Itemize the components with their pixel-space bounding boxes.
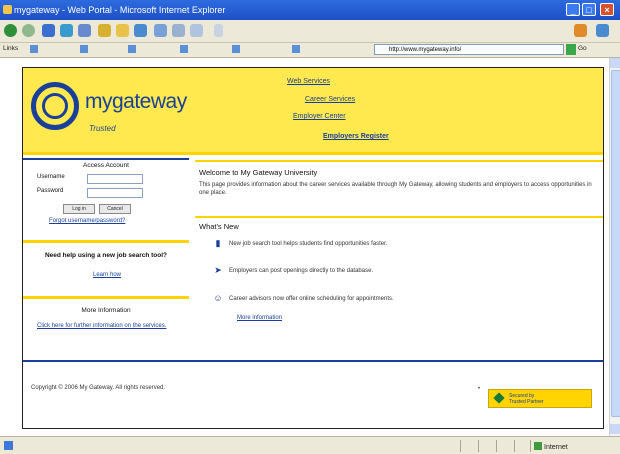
links-item[interactable]: [80, 45, 90, 54]
login-button[interactable]: Log in: [63, 204, 95, 214]
nav-link-web-services[interactable]: Web Services: [287, 78, 330, 85]
login-title: Access Account: [83, 162, 129, 169]
footer-marker-icon: •: [478, 386, 481, 392]
refresh-icon[interactable]: [60, 24, 73, 37]
windows-logo-icon: [574, 24, 587, 37]
mail-icon[interactable]: [154, 24, 167, 37]
messenger-icon[interactable]: [596, 24, 609, 37]
help-text: Need help using a new job search tool?: [44, 252, 168, 259]
home-icon[interactable]: [78, 24, 91, 37]
footer-divider: [23, 360, 603, 362]
scroll-thumb[interactable]: [611, 70, 620, 417]
username-field[interactable]: [87, 174, 143, 184]
browser-toolbar: [0, 20, 620, 43]
welcome-divider: [195, 160, 603, 162]
status-separator: [530, 440, 531, 452]
links-item[interactable]: [180, 45, 190, 54]
more-info-title: More Information: [81, 307, 131, 314]
trust-badge[interactable]: Secured by Trusted Partner: [488, 389, 592, 408]
username-label: Username: [37, 174, 65, 180]
login-panel: Access Account Username Password Log in …: [23, 158, 189, 232]
banner-divider: [23, 152, 603, 155]
links-item[interactable]: [292, 45, 302, 54]
back-icon[interactable]: [4, 24, 17, 37]
welcome-heading: Welcome to My Gateway University: [199, 168, 318, 177]
feature-item: Employers can post openings directly to …: [229, 268, 374, 274]
more-info-panel: More Information Click here for further …: [23, 304, 189, 350]
more-info-feature-link[interactable]: More information: [237, 315, 282, 321]
whats-new-heading: What's New: [199, 222, 239, 231]
links-bar: Links http://www.mygateway.info/ Go: [0, 43, 620, 58]
nav-link-career-services[interactable]: Career Services: [305, 96, 355, 103]
side-divider: [23, 296, 189, 299]
address-input[interactable]: http://www.mygateway.info/: [374, 44, 564, 55]
forgot-password-link[interactable]: Forgot username/password?: [49, 218, 125, 224]
stop-icon[interactable]: [42, 24, 55, 37]
window-title: mygateway - Web Portal - Microsoft Inter…: [14, 5, 226, 15]
vertical-scrollbar[interactable]: [609, 58, 620, 436]
scroll-down-icon[interactable]: [610, 424, 620, 434]
go-icon[interactable]: [566, 44, 576, 55]
status-separator: [514, 440, 515, 452]
browser-icon: [3, 5, 12, 14]
go-button[interactable]: Go: [578, 45, 587, 52]
links-item[interactable]: [232, 45, 242, 54]
minimize-icon[interactable]: _: [566, 3, 580, 16]
side-divider: [23, 240, 189, 243]
discuss-icon[interactable]: [214, 24, 223, 37]
scroll-up-icon[interactable]: [610, 58, 620, 68]
edit-icon[interactable]: [190, 24, 203, 37]
site-tagline: Trusted: [89, 124, 116, 133]
chart-icon: ▮: [215, 238, 221, 248]
links-item[interactable]: [30, 45, 40, 54]
logo-ring-icon: [31, 82, 79, 130]
whats-new-divider: [195, 216, 603, 218]
status-separator: [460, 440, 461, 452]
site-logo-text[interactable]: mygateway: [85, 90, 187, 114]
intro-paragraph: This page provides information about the…: [199, 182, 592, 196]
close-icon[interactable]: ×: [600, 3, 614, 16]
help-panel: Need help using a new job search tool? L…: [23, 248, 189, 290]
page-status-icon: [4, 441, 13, 450]
page-viewport: mygateway Trusted Web Services Career Se…: [0, 58, 609, 436]
password-field[interactable]: [87, 188, 143, 198]
favorites-icon[interactable]: [116, 24, 129, 37]
window-titlebar: mygateway - Web Portal - Microsoft Inter…: [0, 0, 620, 20]
badge-icon: [493, 392, 505, 404]
status-separator: [496, 440, 497, 452]
feature-item: Career advisors now offer online schedul…: [229, 296, 394, 302]
status-bar: Internet: [0, 436, 620, 454]
page-frame: mygateway Trusted Web Services Career Se…: [22, 67, 604, 429]
history-icon[interactable]: [134, 24, 147, 37]
browser-window: mygateway - Web Portal - Microsoft Inter…: [0, 0, 620, 454]
status-separator: [478, 440, 479, 452]
cancel-button[interactable]: Cancel: [99, 204, 131, 214]
maximize-icon[interactable]: □: [582, 3, 596, 16]
nav-link-employer-center[interactable]: Employer Center: [293, 113, 346, 120]
print-icon[interactable]: [172, 24, 185, 37]
people-icon: ☺: [213, 293, 223, 303]
footer-copyright: Copyright © 2006 My Gateway. All rights …: [31, 385, 166, 391]
feature-item: New job search tool helps students find …: [229, 241, 388, 247]
nav-link-employers-register[interactable]: Employers Register: [323, 133, 389, 140]
links-item[interactable]: [128, 45, 138, 54]
help-link[interactable]: Learn how: [93, 272, 121, 278]
links-label: Links: [3, 45, 19, 52]
search-icon[interactable]: [98, 24, 111, 37]
more-info-link[interactable]: Click here for further information on th…: [37, 322, 177, 330]
zone-icon: [534, 442, 542, 450]
site-banner: mygateway Trusted Web Services Career Se…: [23, 68, 603, 152]
badge-text: Secured by Trusted Partner: [509, 393, 544, 405]
password-label: Password: [37, 188, 64, 194]
security-zone: Internet: [534, 442, 568, 451]
forward-icon[interactable]: [22, 24, 35, 37]
arrow-icon: ➤: [214, 265, 222, 275]
